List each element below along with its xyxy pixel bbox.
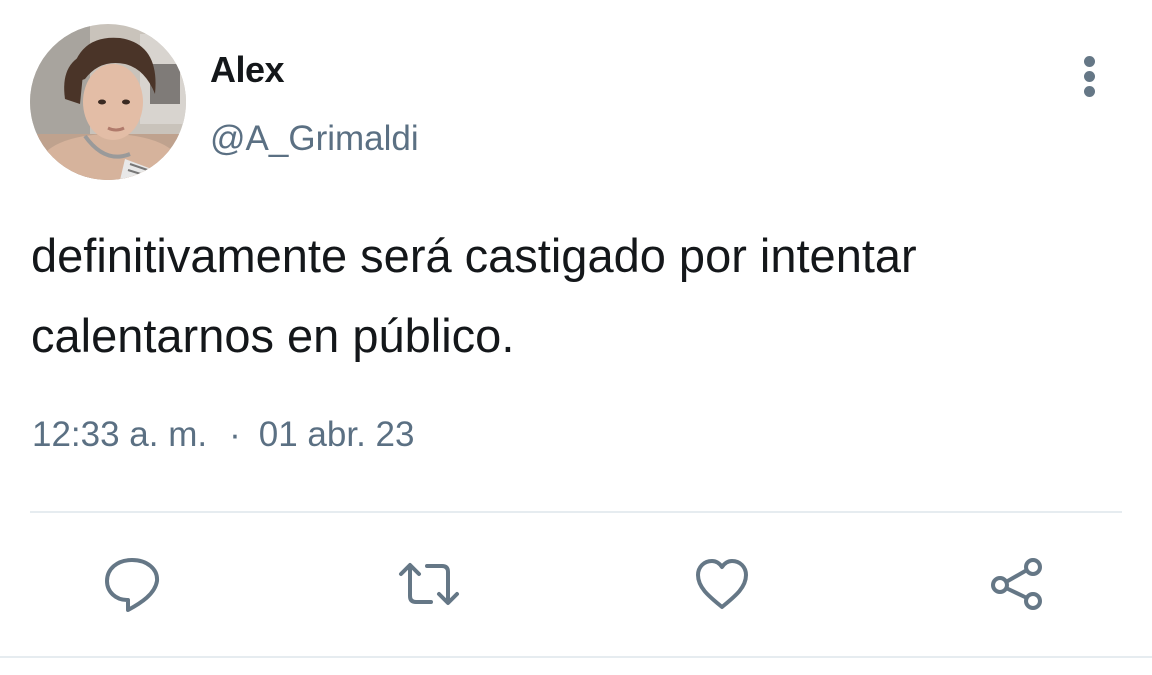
more-options-button[interactable] [1070, 54, 1110, 98]
retweet-button[interactable] [397, 552, 461, 616]
speech-bubble-icon [105, 558, 160, 612]
avatar-image [30, 24, 186, 180]
display-name[interactable]: Alex [210, 48, 285, 92]
like-button[interactable] [690, 552, 754, 616]
tweet-text: definitivamente será castigado por inten… [31, 216, 1121, 376]
avatar[interactable] [30, 24, 186, 180]
tweet-time: 12:33 a. m. [32, 415, 208, 454]
tweet-date: 01 abr. 23 [258, 415, 415, 454]
separator-dot: · [229, 415, 241, 454]
tweet-timestamp: 12:33 a. m. · 01 abr. 23 [32, 413, 414, 457]
divider [30, 511, 1122, 513]
tweet-card: Alex @A_Grimaldi definitivamente será ca… [0, 0, 1152, 675]
heart-icon [696, 559, 748, 609]
share-nodes-icon [991, 558, 1042, 610]
tweet-text-line: calentarnos en público. [31, 309, 515, 362]
retweet-arrows-icon [399, 563, 459, 605]
share-button[interactable] [985, 552, 1049, 616]
tweet-text-line: definitivamente será castigado por inten… [31, 229, 917, 282]
divider [0, 656, 1152, 658]
user-handle[interactable]: @A_Grimaldi [210, 117, 419, 161]
reply-button[interactable] [100, 552, 164, 616]
